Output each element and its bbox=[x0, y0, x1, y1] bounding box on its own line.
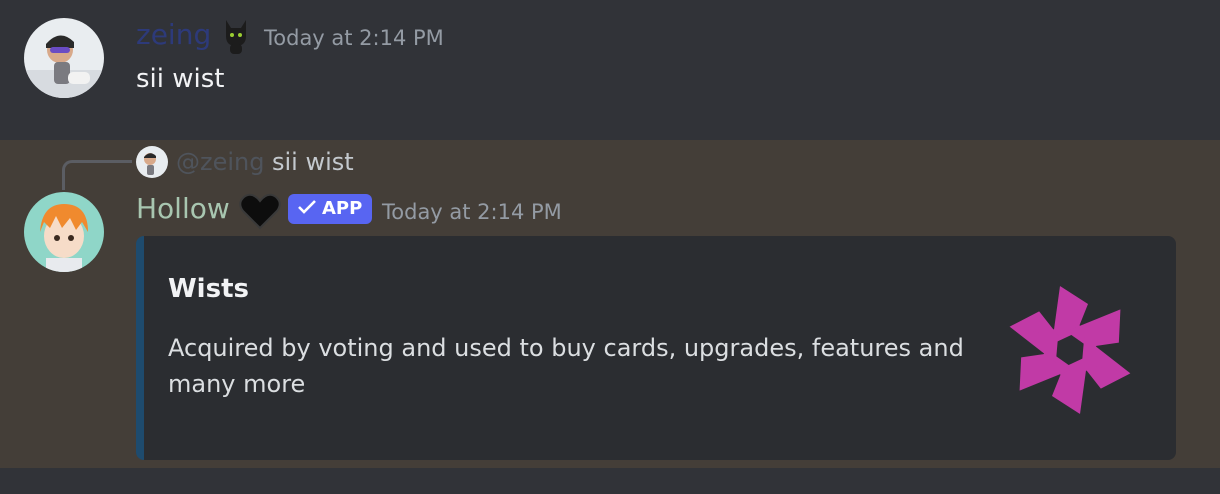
username[interactable]: zeing bbox=[136, 18, 211, 51]
reply-username[interactable]: @zeing bbox=[176, 148, 264, 176]
reply-content[interactable]: sii wist bbox=[272, 148, 354, 176]
reply-avatar[interactable] bbox=[136, 146, 168, 178]
app-badge-label: APP bbox=[322, 198, 363, 219]
black-heart-icon bbox=[238, 192, 282, 236]
pinwheel-star-icon[interactable] bbox=[996, 264, 1144, 434]
black-cat-icon bbox=[220, 16, 252, 60]
bot-username[interactable]: Hollow bbox=[136, 192, 230, 225]
chat-bottom bbox=[0, 468, 1220, 494]
timestamp: Today at 2:14 PM bbox=[264, 26, 444, 50]
check-icon bbox=[298, 194, 316, 224]
embed: Wists Acquired by voting and used to buy… bbox=[136, 236, 1176, 460]
reply-spine bbox=[62, 160, 132, 190]
timestamp: Today at 2:14 PM bbox=[382, 200, 562, 224]
bot-avatar[interactable] bbox=[24, 192, 104, 272]
embed-title: Wists bbox=[168, 274, 249, 304]
user-avatar[interactable] bbox=[24, 18, 104, 98]
message-zeing: zeing Today at 2:14 PM sii wist bbox=[0, 0, 1220, 140]
message-content: sii wist bbox=[136, 64, 225, 94]
embed-description: Acquired by voting and used to buy cards… bbox=[168, 334, 964, 398]
app-badge: APP bbox=[288, 194, 373, 224]
